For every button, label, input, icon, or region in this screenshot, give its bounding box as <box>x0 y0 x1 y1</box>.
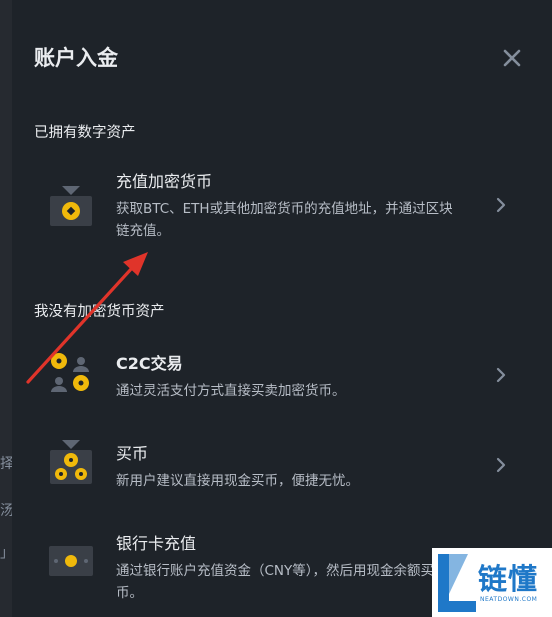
background-text: 汤 <box>0 503 12 519</box>
option-deposit-crypto[interactable]: 充值加密货币 获取BTC、ETH或其他加密货币的充值地址，并通过区块链充值。 <box>12 168 552 254</box>
option-label: C2C交易 <box>116 354 183 373</box>
watermark-subtext: NEATDOWN.COM <box>480 596 538 603</box>
watermark-logo: 链懂 NEATDOWN.COM <box>432 548 552 617</box>
chevron-right-icon <box>496 367 506 383</box>
option-label: 买币 <box>116 444 149 463</box>
modal-title: 账户入金 <box>34 46 118 70</box>
option-description: 新用户建议直接用现金买币，便捷无忧。 <box>116 473 359 489</box>
section-title-have-crypto: 已拥有数字资产 <box>34 125 136 141</box>
option-description: 通过银行账户充值资金（CNY等），然后用现金余额买币。 <box>116 563 435 601</box>
deposit-modal: 账户入金 已拥有数字资产 充值加密货币 获取BTC、ETH或其他加密货币的充值地… <box>12 0 552 617</box>
close-button[interactable] <box>498 44 526 72</box>
close-icon <box>503 49 521 67</box>
option-description: 获取BTC、ETH或其他加密货币的充值地址，并通过区块链充值。 <box>116 201 453 239</box>
background-text: 」 <box>0 542 12 562</box>
option-buy-crypto[interactable]: 买币 新用户建议直接用现金买币，便捷无忧。 <box>12 440 552 526</box>
section-title-no-crypto: 我没有加密货币资产 <box>34 304 165 320</box>
option-c2c-trade[interactable]: C2C交易 通过灵活支付方式直接买卖加密货币。 <box>12 350 552 436</box>
bank-card-icon <box>48 542 94 588</box>
chevron-right-icon <box>496 197 506 213</box>
option-label: 充值加密货币 <box>116 172 213 191</box>
watermark-text: 链懂 <box>478 562 539 596</box>
option-description: 通过灵活支付方式直接买卖加密货币。 <box>116 383 346 399</box>
option-label: 银行卡充值 <box>116 534 197 553</box>
background-text: 择 <box>0 456 12 472</box>
buy-crypto-icon <box>48 440 94 486</box>
background-page <box>0 0 12 617</box>
c2c-trade-icon <box>48 350 94 396</box>
deposit-crypto-icon <box>48 186 94 232</box>
chevron-right-icon <box>496 457 506 473</box>
